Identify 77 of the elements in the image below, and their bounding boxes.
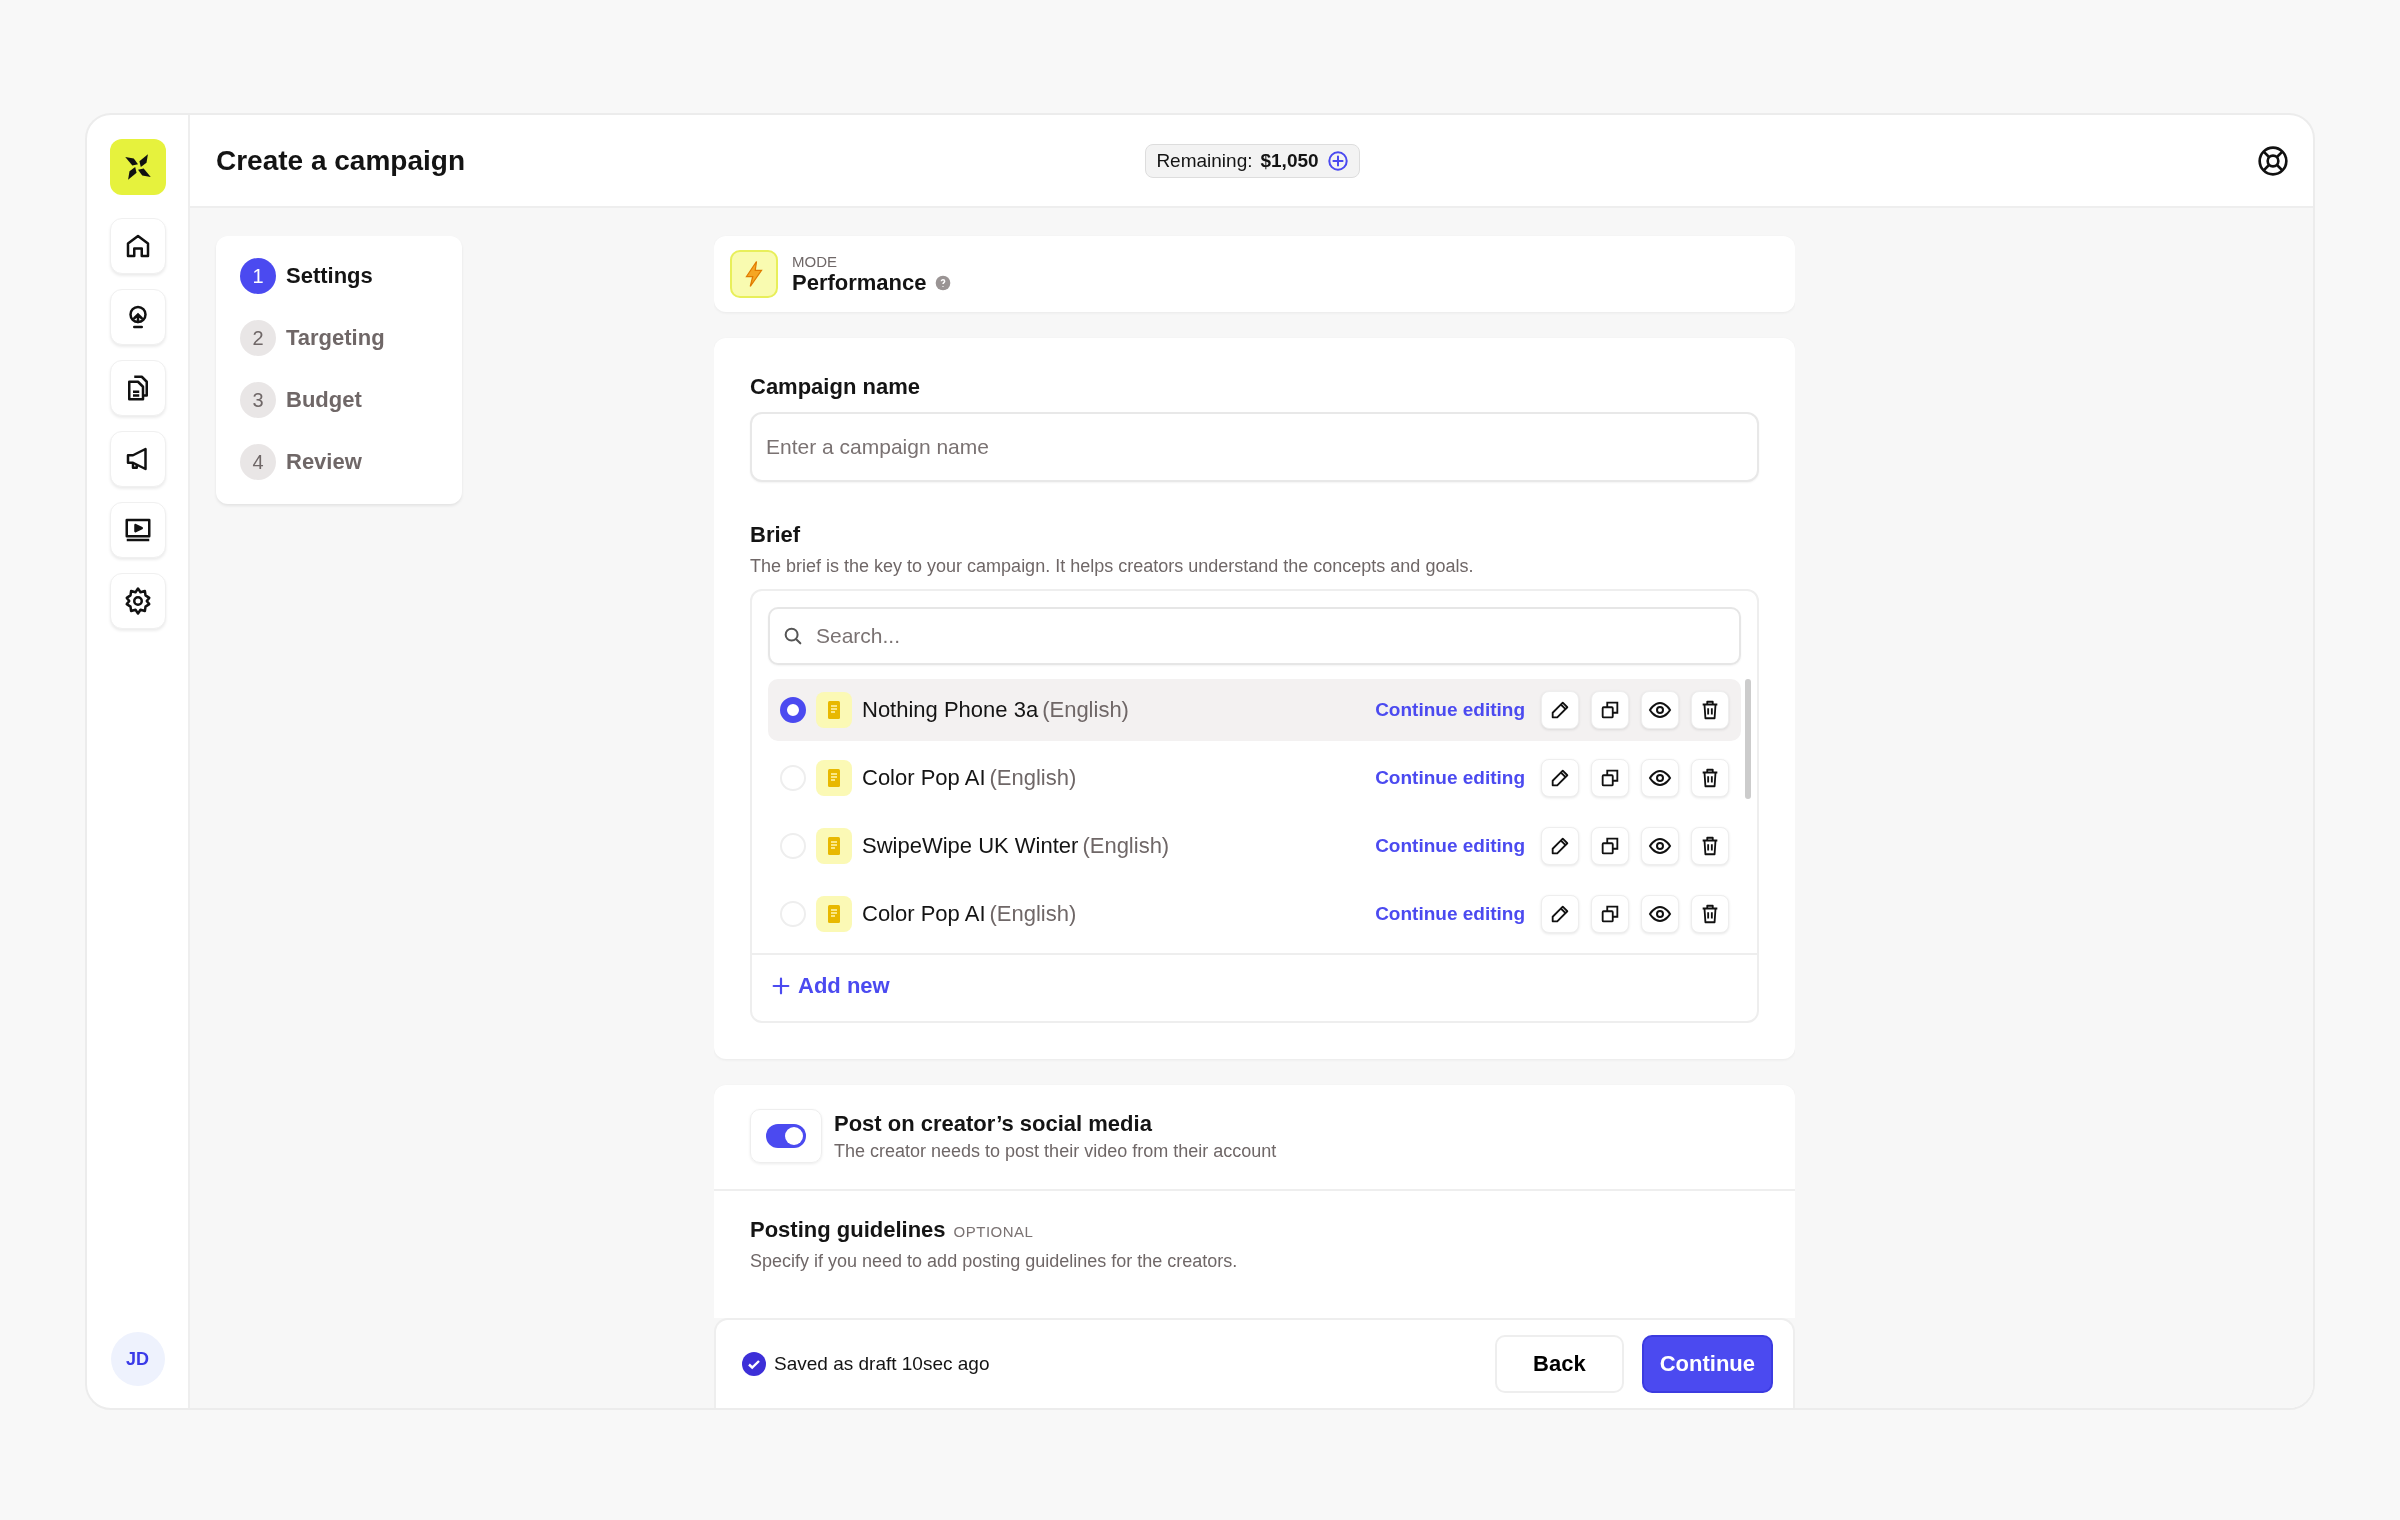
add-new-link[interactable]: Add new — [770, 973, 890, 999]
continue-editing-link[interactable]: Continue editing — [1375, 699, 1525, 721]
copy-icon[interactable] — [1591, 691, 1629, 729]
remaining-label: Remaining: — [1156, 149, 1253, 172]
continue-editing-link[interactable]: Continue editing — [1375, 835, 1525, 857]
save-status: Saved as draft 10sec ago — [774, 1353, 990, 1375]
mode-value: Performance — [792, 269, 927, 296]
radio-button[interactable] — [780, 697, 806, 723]
brief-language: (English) — [989, 765, 1077, 791]
trash-icon[interactable] — [1691, 827, 1729, 865]
brief-row[interactable]: Color Pop AI (English) Continue editing — [768, 883, 1741, 945]
eye-icon[interactable] — [1641, 759, 1679, 797]
video-icon[interactable] — [109, 502, 166, 558]
megaphone-icon[interactable] — [109, 431, 166, 487]
step-item[interactable]: 1 Settings — [240, 258, 438, 294]
field-label: Campaign name — [750, 374, 921, 400]
back-button[interactable]: Back — [1495, 1335, 1624, 1393]
brief-name: Color Pop AI — [862, 765, 986, 791]
step-item[interactable]: 2 Targeting — [240, 320, 438, 356]
continue-editing-link[interactable]: Continue editing — [1375, 903, 1525, 925]
trash-icon[interactable] — [1691, 759, 1729, 797]
document-icon — [816, 896, 852, 932]
documents-icon[interactable] — [109, 360, 166, 416]
document-icon — [816, 828, 852, 864]
copy-icon[interactable] — [1591, 895, 1629, 933]
brief-name: SwipeWipe UK Winter — [862, 833, 1079, 859]
eye-icon[interactable] — [1641, 827, 1679, 865]
pencil-icon[interactable] — [1541, 827, 1579, 865]
continue-editing-link[interactable]: Continue editing — [1375, 767, 1525, 789]
brief-row[interactable]: Color Pop AI (English) Continue editing — [768, 747, 1741, 809]
section-title: Brief — [750, 522, 802, 548]
section-title: Posting guidelines — [750, 1217, 946, 1243]
eye-icon[interactable] — [1641, 895, 1679, 933]
copy-icon[interactable] — [1591, 827, 1629, 865]
toggle-switch[interactable] — [750, 1109, 822, 1163]
trash-icon[interactable] — [1691, 691, 1729, 729]
pencil-icon[interactable] — [1541, 759, 1579, 797]
setting-description: The creator needs to post their video from their account — [834, 1140, 1277, 1162]
lightning-icon — [730, 250, 778, 298]
plus-icon — [770, 975, 792, 997]
document-icon — [816, 692, 852, 728]
continue-button[interactable]: Continue — [1641, 1335, 1773, 1393]
remaining-amount: $1,050 — [1260, 149, 1319, 172]
info-icon[interactable] — [934, 274, 951, 291]
pencil-icon[interactable] — [1541, 895, 1579, 933]
brief-language: (English) — [1082, 833, 1170, 859]
search-field[interactable]: Search... — [768, 607, 1741, 665]
campaign-name-field[interactable]: Enter a campaign name — [750, 412, 1759, 482]
mode-label: MODE — [792, 252, 838, 270]
section-description: Specify if you need to add posting guidelines for the creators. — [750, 1251, 1239, 1272]
help-icon[interactable] — [2257, 144, 2289, 177]
brief-name: Nothing Phone 3a — [862, 697, 1039, 723]
brief-row[interactable]: SwipeWipe UK Winter (English) Continue editing — [768, 815, 1741, 877]
pencil-icon[interactable] — [1541, 691, 1579, 729]
step-item[interactable]: 3 Budget — [240, 382, 438, 418]
lightbulb-icon[interactable] — [109, 289, 166, 345]
brief-language: (English) — [1042, 697, 1129, 723]
check-icon — [742, 1352, 766, 1376]
home-icon[interactable] — [109, 218, 166, 274]
logo-icon — [109, 139, 166, 195]
brief-name: Color Pop AI — [862, 901, 986, 927]
brief-language: (English) — [989, 901, 1077, 927]
step-item[interactable]: 4 Review — [240, 444, 438, 480]
trash-icon[interactable] — [1691, 895, 1729, 933]
add-funds-icon[interactable] — [1326, 149, 1349, 172]
search-icon — [782, 625, 804, 647]
setting-title: Post on creator’s social media — [834, 1110, 1153, 1137]
brief-row[interactable]: Nothing Phone 3a (English) Continue editing — [768, 679, 1741, 741]
document-icon — [816, 760, 852, 796]
page-title: Create a campaign — [216, 144, 466, 177]
section-description: The brief is the key to your campaign. It helps creators understand the concepts and goals. — [750, 556, 1475, 577]
scrollbar[interactable] — [1745, 679, 1751, 799]
settings-icon[interactable] — [109, 573, 166, 629]
optional-tag: OPTIONAL — [953, 1223, 1034, 1240]
eye-icon[interactable] — [1641, 691, 1679, 729]
copy-icon[interactable] — [1591, 759, 1629, 797]
user-avatar[interactable]: JD — [110, 1332, 165, 1386]
